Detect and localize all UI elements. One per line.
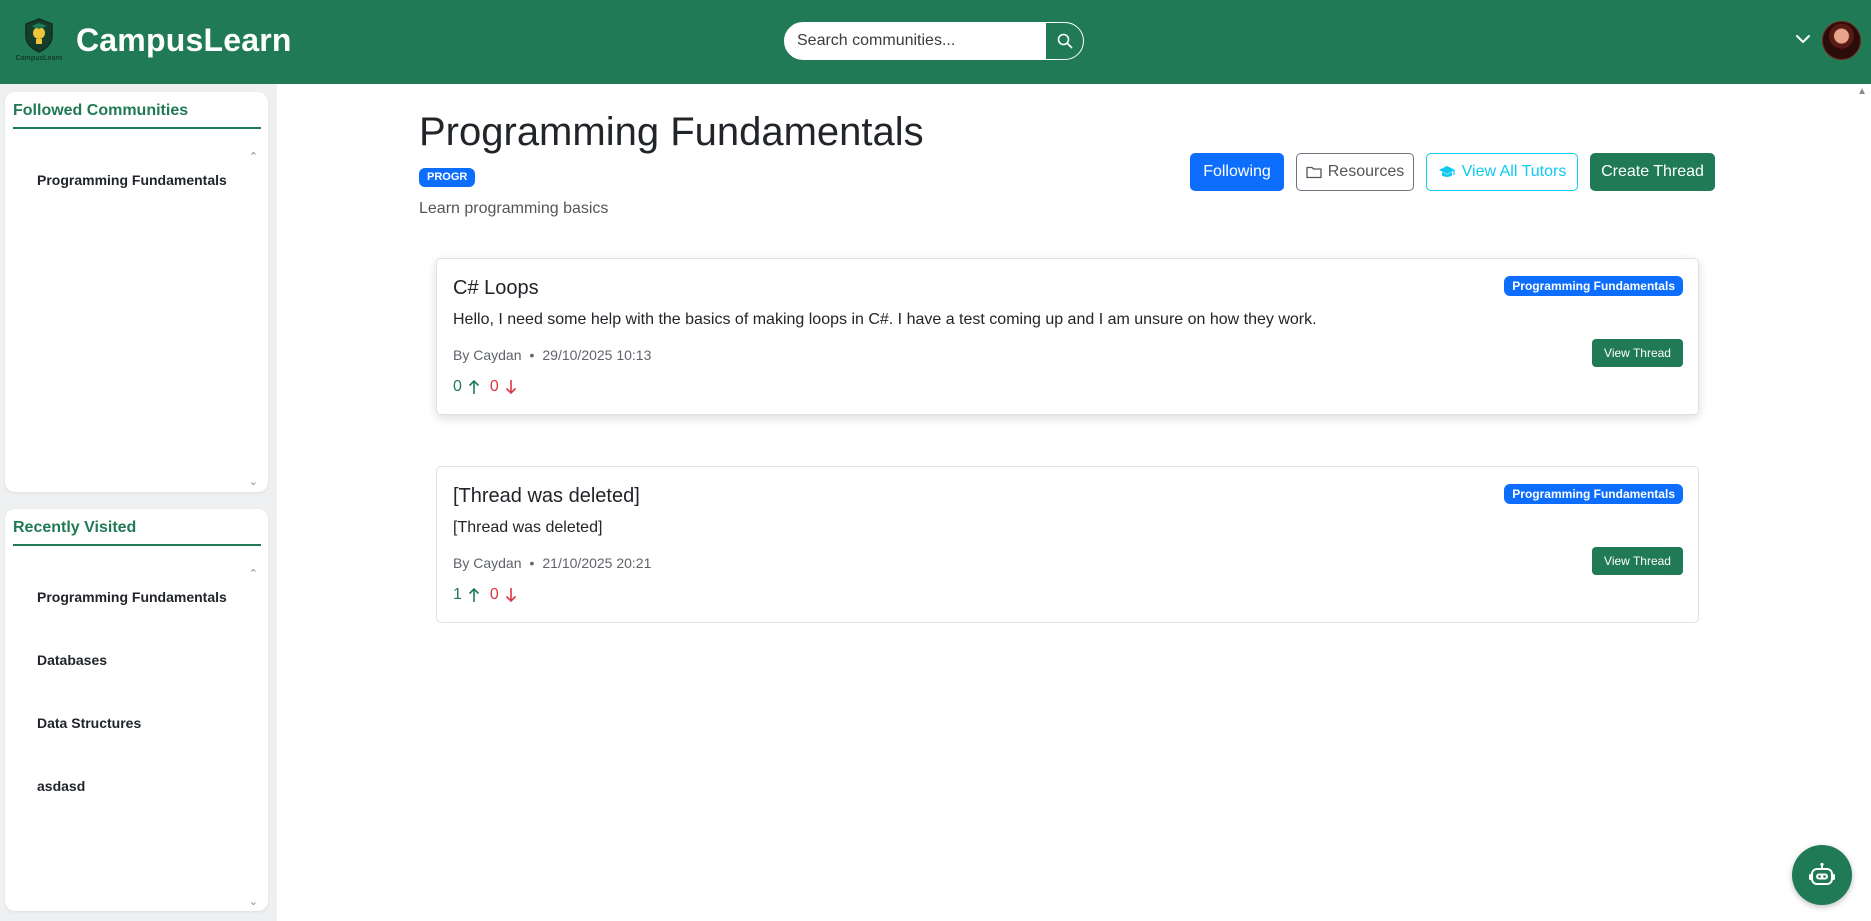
- downvote-count: 0: [489, 586, 499, 603]
- thread-meta: By Caydan • 29/10/2025 10:13: [453, 347, 651, 363]
- chatbot-button[interactable]: [1792, 845, 1852, 905]
- search-bar: [784, 22, 1084, 60]
- recent-item-data-structures[interactable]: Data Structures: [37, 715, 141, 731]
- thread-community-tag: Programming Fundamentals: [1504, 484, 1683, 504]
- page-scroll-up-icon[interactable]: ▲: [1857, 86, 1867, 97]
- downvote-button[interactable]: [505, 587, 517, 603]
- create-thread-button[interactable]: Create Thread: [1590, 153, 1715, 191]
- view-thread-button[interactable]: View Thread: [1592, 339, 1683, 367]
- following-button[interactable]: Following: [1190, 153, 1284, 191]
- thread-author: By Caydan: [453, 555, 522, 571]
- chevron-down-icon: [1796, 35, 1810, 43]
- panel-scroll-down-icon[interactable]: ⌄: [249, 895, 258, 908]
- sidebar: Followed Communities ⌃ Programming Funda…: [0, 84, 277, 921]
- recently-visited-title: Recently Visited: [13, 519, 261, 546]
- followed-communities-title: Followed Communities: [13, 102, 261, 129]
- graduation-cap-icon: [1438, 166, 1455, 177]
- thread-card: [Thread was deleted] Programming Fundame…: [436, 466, 1699, 623]
- page-title: Programming Fundamentals: [419, 110, 924, 154]
- folder-icon: [1306, 166, 1322, 179]
- thread-votes: 1 0: [453, 586, 517, 604]
- community-code-badge: PROGR: [419, 168, 476, 187]
- view-all-tutors-button[interactable]: View All Tutors: [1426, 153, 1578, 191]
- thread-card: C# Loops Programming Fundamentals Hello,…: [436, 258, 1699, 415]
- panel-scroll-up-icon[interactable]: ⌃: [249, 567, 258, 580]
- robot-icon: [1809, 862, 1835, 885]
- view-all-tutors-label: View All Tutors: [1461, 163, 1567, 180]
- create-thread-label: Create Thread: [1601, 163, 1704, 180]
- thread-title[interactable]: [Thread was deleted]: [453, 485, 640, 508]
- thread-title[interactable]: C# Loops: [453, 277, 539, 300]
- community-description: Learn programming basics: [419, 200, 609, 217]
- user-avatar[interactable]: [1822, 21, 1861, 60]
- upvote-count: 1: [453, 586, 462, 603]
- meta-separator: •: [529, 347, 535, 363]
- upvote-button[interactable]: [468, 379, 480, 395]
- search-icon: [1057, 33, 1072, 49]
- thread-body: [Thread was deleted]: [453, 519, 603, 536]
- arrow-down-icon: [505, 588, 516, 603]
- arrow-up-icon: [468, 587, 479, 602]
- followed-item-programming-fundamentals[interactable]: Programming Fundamentals: [37, 172, 227, 188]
- downvote-button[interactable]: [505, 379, 517, 395]
- thread-date: 29/10/2025 10:13: [542, 347, 652, 363]
- recent-item-asdasd[interactable]: asdasd: [37, 778, 85, 794]
- thread-votes: 0 0: [453, 378, 517, 396]
- resources-label: Resources: [1327, 163, 1405, 180]
- resources-button[interactable]: Resources: [1296, 153, 1414, 191]
- recent-item-programming-fundamentals[interactable]: Programming Fundamentals: [37, 589, 227, 605]
- campuslearn-logo[interactable]: CampusLearn: [12, 16, 66, 62]
- thread-community-tag: Programming Fundamentals: [1504, 276, 1683, 296]
- upvote-count: 0: [453, 378, 462, 395]
- logo-text: CampusLearn: [16, 55, 63, 62]
- following-label: Following: [1203, 163, 1271, 180]
- recent-item-databases[interactable]: Databases: [37, 652, 107, 668]
- downvote-count: 0: [489, 378, 499, 395]
- panel-scroll-down-icon[interactable]: ⌄: [249, 475, 258, 488]
- recently-visited-panel: Recently Visited ⌃ Programming Fundament…: [5, 509, 268, 911]
- thread-meta: By Caydan • 21/10/2025 20:21: [453, 555, 651, 571]
- arrow-down-icon: [505, 380, 516, 395]
- followed-communities-panel: Followed Communities ⌃ Programming Funda…: [5, 92, 268, 492]
- search-input[interactable]: [784, 22, 1046, 60]
- view-thread-button[interactable]: View Thread: [1592, 547, 1683, 575]
- brand-title[interactable]: CampusLearn: [76, 22, 292, 59]
- user-menu-toggle[interactable]: [1794, 30, 1812, 48]
- thread-date: 21/10/2025 20:21: [542, 555, 652, 571]
- thread-author: By Caydan: [453, 347, 522, 363]
- upvote-button[interactable]: [468, 587, 480, 603]
- meta-separator: •: [529, 555, 535, 571]
- thread-body: Hello, I need some help with the basics …: [453, 311, 1317, 328]
- panel-scroll-up-icon[interactable]: ⌃: [249, 150, 258, 163]
- search-button[interactable]: [1045, 22, 1084, 60]
- arrow-up-icon: [468, 379, 479, 394]
- top-navbar: CampusLearn CampusLearn: [0, 0, 1871, 84]
